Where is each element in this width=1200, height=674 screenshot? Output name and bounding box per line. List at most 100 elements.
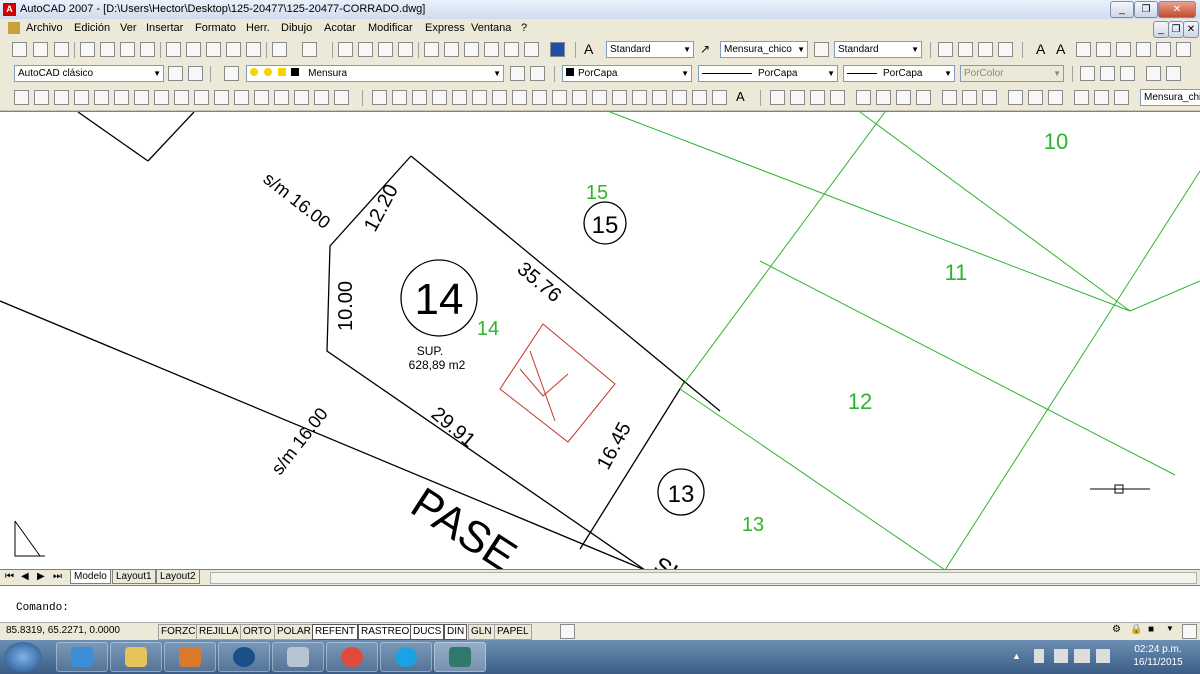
chevron-down-icon[interactable]: ▼ — [1166, 624, 1181, 639]
array-icon[interactable] — [94, 90, 109, 105]
table-icon[interactable] — [712, 90, 727, 105]
scale-icon[interactable] — [154, 90, 169, 105]
leader-icon[interactable] — [1008, 90, 1023, 105]
zoom-window-icon[interactable] — [378, 42, 393, 57]
dim-jogged-icon[interactable] — [876, 90, 891, 105]
workspace-settings-icon[interactable] — [168, 66, 183, 81]
copy-icon[interactable] — [186, 42, 201, 57]
save-icon[interactable] — [54, 42, 69, 57]
layer-select[interactable]: Mensura ▼ — [246, 65, 504, 82]
dyn-button[interactable]: DIN — [444, 624, 468, 640]
action-center-icon[interactable] — [1054, 649, 1068, 663]
dim-ordinate-icon[interactable] — [830, 90, 845, 105]
line-icon[interactable] — [372, 90, 387, 105]
document-icon[interactable] — [8, 22, 20, 34]
text-style-select[interactable]: Standard ▼ — [606, 41, 694, 58]
tab-last-icon[interactable]: ⏭ — [50, 570, 65, 583]
menu-express[interactable]: Express — [425, 22, 465, 34]
new-icon[interactable] — [12, 42, 27, 57]
drawing-canvas[interactable]: s/m 16.00 s/m 16.00 12.20 10.00 35.76 29… — [0, 111, 1200, 570]
text-a-icon[interactable]: A — [1036, 42, 1051, 57]
viewport-4-icon[interactable] — [998, 42, 1013, 57]
insert-block-icon[interactable] — [592, 90, 607, 105]
coordinates-readout[interactable]: 85.8319, 65.2271, 0.0000 — [6, 625, 120, 636]
network-icon[interactable] — [1074, 649, 1090, 663]
lineweight-select[interactable]: PorCapa ▼ — [843, 65, 955, 82]
volume-icon[interactable] — [1096, 649, 1110, 663]
cleanscreen-icon[interactable]: ■ — [1148, 624, 1163, 639]
viewport-3-icon[interactable] — [978, 42, 993, 57]
copy-object-icon[interactable] — [34, 90, 49, 105]
help-icon[interactable] — [550, 42, 565, 57]
doc-minimize-button[interactable]: _ — [1153, 21, 1169, 38]
text-front-icon[interactable] — [1146, 66, 1161, 81]
gradient-icon[interactable] — [672, 90, 687, 105]
paper-button[interactable]: PAPEL — [494, 624, 532, 640]
dim-arc-icon[interactable] — [810, 90, 825, 105]
tab-first-icon[interactable]: ⏮ — [2, 570, 17, 583]
color-select[interactable]: PorCapa ▼ — [562, 65, 692, 82]
mtext-icon[interactable]: A — [736, 90, 751, 105]
menu-herr[interactable]: Herr. — [246, 22, 270, 34]
draworder-front-icon[interactable] — [1120, 66, 1135, 81]
taskbar-explorer[interactable] — [110, 642, 162, 672]
grid-button[interactable]: REJILLA — [196, 624, 242, 640]
lock-icon[interactable]: 🔒 — [1130, 624, 1145, 639]
taskbar-calculator[interactable] — [272, 642, 324, 672]
menu-formato[interactable]: Formato — [195, 22, 236, 34]
polar-button[interactable]: POLAR — [274, 624, 314, 640]
ducs-button[interactable]: DUCS — [410, 624, 445, 640]
print-icon[interactable] — [80, 42, 95, 57]
revcloud-icon[interactable] — [512, 90, 527, 105]
fullscreen-icon[interactable] — [1182, 624, 1197, 639]
viewport-icon[interactable] — [938, 42, 953, 57]
dim-update-icon[interactable] — [1114, 90, 1129, 105]
restore-button[interactable]: ❐ — [1134, 1, 1158, 18]
dim-radius-icon[interactable] — [856, 90, 871, 105]
dim-style-select[interactable]: Mensura_chico ▼ — [720, 41, 808, 58]
text-edit-icon[interactable] — [1076, 42, 1091, 57]
polygon-icon[interactable] — [432, 90, 447, 105]
draworder-back-icon[interactable] — [1100, 66, 1115, 81]
layer-previous-icon[interactable] — [530, 66, 545, 81]
menu-insertar[interactable]: Insertar — [146, 22, 183, 34]
trim-icon[interactable] — [194, 90, 209, 105]
dim-baseline-icon[interactable] — [962, 90, 977, 105]
taskbar-media[interactable] — [164, 642, 216, 672]
viewport-2-icon[interactable] — [958, 42, 973, 57]
taskbar-clock[interactable]: 02:24 p.m. 16/11/2015 — [1128, 643, 1188, 669]
fillet-icon[interactable] — [294, 90, 309, 105]
ortho-button[interactable]: ORTO — [240, 624, 275, 640]
menu-edicion[interactable]: Edición — [74, 22, 110, 34]
text-convert-icon[interactable] — [1176, 42, 1191, 57]
command-window[interactable]: Comando: — [0, 585, 1200, 624]
move-icon[interactable] — [114, 90, 129, 105]
match-properties-icon[interactable] — [226, 42, 241, 57]
make-block-icon[interactable] — [612, 90, 627, 105]
text-scale-icon[interactable] — [1116, 42, 1131, 57]
polyline-icon[interactable] — [412, 90, 427, 105]
hatch-icon[interactable] — [652, 90, 667, 105]
menu-dibujo[interactable]: Dibujo — [281, 22, 312, 34]
quickcalc-icon[interactable] — [524, 42, 539, 57]
taskbar-skype[interactable] — [380, 642, 432, 672]
dim-linear-icon[interactable] — [770, 90, 785, 105]
find-icon[interactable] — [1096, 42, 1111, 57]
properties-icon[interactable] — [424, 42, 439, 57]
ellipse-icon[interactable] — [552, 90, 567, 105]
quick-dim-icon[interactable] — [942, 90, 957, 105]
taskbar-chrome[interactable] — [326, 642, 378, 672]
draworder-icon[interactable] — [1080, 66, 1095, 81]
layer-manager-icon[interactable] — [224, 66, 239, 81]
sheet-set-icon[interactable] — [484, 42, 499, 57]
3d-dwf-icon[interactable] — [140, 42, 155, 57]
mirror-icon[interactable] — [54, 90, 69, 105]
paste-icon[interactable] — [206, 42, 221, 57]
markup-icon[interactable] — [504, 42, 519, 57]
pan-icon[interactable] — [338, 42, 353, 57]
construction-line-icon[interactable] — [392, 90, 407, 105]
text-justify-icon[interactable] — [1136, 42, 1151, 57]
taskbar-autocad[interactable] — [434, 642, 486, 672]
menu-modificar[interactable]: Modificar — [368, 22, 413, 34]
explode-icon[interactable] — [314, 90, 329, 105]
